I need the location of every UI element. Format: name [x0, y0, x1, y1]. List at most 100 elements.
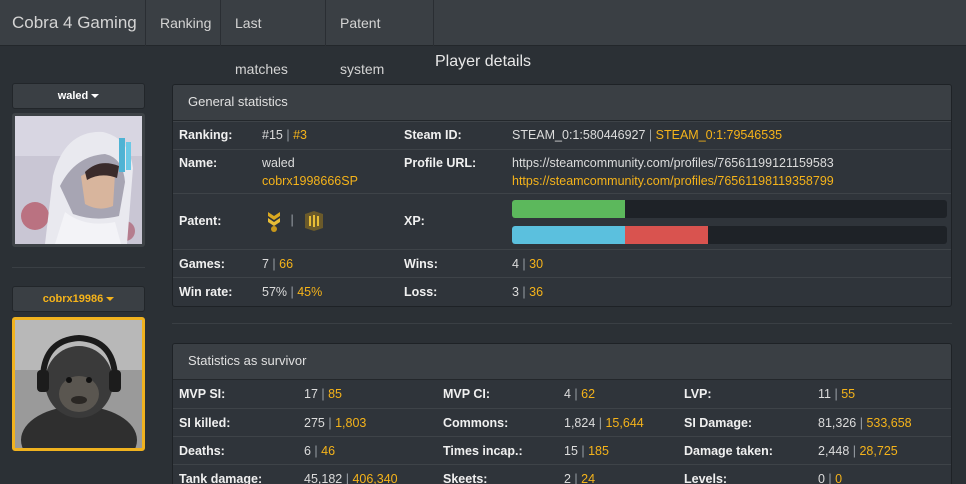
name-p2: cobrx1998666SP — [262, 174, 358, 188]
xp-label: XP: — [404, 214, 425, 228]
value-separator: | — [856, 416, 867, 430]
profile-url-p2[interactable]: https://steamcommunity.com/profiles/7656… — [512, 174, 834, 188]
xp-fill-player-2-extra — [625, 226, 708, 244]
player-1-name: waled — [57, 90, 89, 102]
win-rate-p2: 45% — [297, 285, 323, 299]
survivor-stat-p1: 17 — [304, 387, 318, 401]
loss-values: 3 | 36 — [512, 285, 544, 299]
survivor-stat-row: SI killed: 275 | 1,803 Commons: 1,824 | 15,… — [173, 408, 951, 436]
survivor-stat-label: Commons: — [443, 416, 509, 430]
wins-values: 4 | 30 — [512, 257, 544, 271]
games-p1: 7 — [262, 257, 269, 271]
survivor-stat-p1: 2,448 — [818, 444, 850, 458]
survivor-stat-label: LVP: — [684, 387, 712, 401]
page-title: Player details — [434, 53, 532, 70]
survivor-stat-p1: 0 — [818, 472, 825, 484]
ranking-p1: #15 — [262, 128, 283, 142]
name-p1: waled — [262, 156, 295, 170]
survivor-statistics-panel: Statistics as survivor MVP SI: 17 | 85 MVP… — [172, 343, 952, 484]
nav-last-matches[interactable]: Last matches — [221, 0, 326, 77]
value-separator: | — [317, 387, 329, 401]
patent-label: Patent: — [179, 214, 222, 228]
steam-id-p2: STEAM_0:1:79546535 — [655, 128, 783, 142]
value-separator: | — [849, 444, 860, 458]
survivor-stat-p2: 533,658 — [866, 416, 912, 430]
survivor-stat-p2: 28,725 — [859, 444, 898, 458]
brand-logo[interactable]: Cobra 4 Gaming — [0, 0, 146, 46]
ranking-values: #15 | #3 — [262, 128, 307, 142]
survivor-stat-label: MVP SI: — [179, 387, 226, 401]
loss-p2: 36 — [529, 285, 544, 299]
survivor-stat-p1: 4 — [564, 387, 571, 401]
survivor-stat-row: MVP SI: 17 | 85 MVP CI: 4 | 62 LVP: 11 | 55 — [173, 380, 951, 408]
panel-title: Statistics as survivor — [173, 344, 951, 380]
survivor-stat-values: 0 | 0 — [818, 472, 842, 484]
caret-down-icon — [91, 94, 100, 99]
wins-label: Wins: — [404, 257, 438, 271]
profile-url-p1[interactable]: https://steamcommunity.com/profiles/7656… — [512, 156, 834, 170]
survivor-stat-p1: 6 — [304, 444, 311, 458]
value-separator: | — [570, 387, 582, 401]
survivor-stat-label: MVP CI: — [443, 387, 490, 401]
loss-label: Loss: — [404, 285, 438, 299]
xp-fill-player-2-base — [512, 226, 625, 244]
win-rate-p1: 57% — [262, 285, 288, 299]
profile-url-label: Profile URL: — [404, 156, 477, 170]
survivor-stat-p2: 406,340 — [352, 472, 398, 484]
survivor-stat-values: 275 | 1,803 — [304, 416, 366, 430]
stat-row-patent: Patent: | XP: — [173, 193, 951, 249]
value-separator: | — [595, 416, 606, 430]
nav-patent-system[interactable]: Patent system — [326, 0, 434, 77]
ranking-label: Ranking: — [179, 128, 233, 142]
survivor-stat-row: Deaths: 6 | 46 Times incap.: 15 | 185 Damage… — [173, 436, 951, 464]
survivor-stat-values: 2,448 | 28,725 — [818, 444, 898, 458]
nav-ranking[interactable]: Ranking — [146, 0, 221, 46]
survivor-stat-values: 4 | 62 — [564, 387, 595, 401]
value-separator: | — [342, 472, 353, 484]
loss-p1: 3 — [512, 285, 519, 299]
player-2-avatar — [12, 317, 145, 451]
xp-bar-player-1 — [512, 200, 947, 218]
chevron-rank-icon — [268, 212, 280, 232]
steam-id-label: Steam ID: — [404, 128, 462, 142]
xp-bar-player-2 — [512, 226, 947, 244]
wins-p2: 30 — [529, 257, 544, 271]
survivor-stat-p2: 0 — [835, 472, 843, 484]
survivor-stat-label: Deaths: — [179, 444, 225, 458]
player-2-name: cobrx19986 — [42, 293, 104, 305]
survivor-stat-values: 1,824 | 15,644 — [564, 416, 644, 430]
survivor-stat-p1: 275 — [304, 416, 325, 430]
value-separator: | — [830, 387, 842, 401]
survivor-stat-p1: 2 — [564, 472, 571, 484]
games-label: Games: — [179, 257, 225, 271]
survivor-stat-p2: 1,803 — [335, 416, 367, 430]
survivor-stat-label: Levels: — [684, 472, 728, 484]
survivor-stat-values: 45,182 | 406,340 — [304, 472, 398, 484]
survivor-stat-p1: 1,824 — [564, 416, 596, 430]
caret-down-icon — [106, 297, 115, 302]
survivor-stat-p1: 15 — [564, 444, 578, 458]
chimp-headphones-avatar-image — [15, 320, 142, 448]
player-2-dropdown[interactable]: cobrx19986 — [12, 286, 145, 312]
survivor-stat-values: 11 | 55 — [818, 387, 855, 401]
survivor-stat-values: 2 | 24 — [564, 472, 595, 484]
survivor-stat-values: 6 | 46 — [304, 444, 335, 458]
value-separator: | — [310, 444, 322, 458]
survivor-stat-label: SI killed: — [179, 416, 231, 430]
survivor-stat-values: 81,326 | 533,658 — [818, 416, 912, 430]
survivor-stat-p1: 45,182 — [304, 472, 343, 484]
value-separator: | — [324, 416, 336, 430]
survivor-stat-p2: 55 — [841, 387, 856, 401]
survivor-stat-p2: 185 — [588, 444, 609, 458]
stat-row-ranking: Ranking: #15 | #3 Steam ID: STEAM_0:1:58… — [173, 121, 951, 149]
value-separator: | — [570, 472, 582, 484]
panel-title: General statistics — [173, 85, 951, 121]
player-1-dropdown[interactable]: waled — [12, 83, 145, 109]
survivor-stat-label: Damage taken: — [684, 444, 773, 458]
survivor-stat-p1: 11 — [818, 387, 831, 401]
survivor-stat-label: SI Damage: — [684, 416, 753, 430]
survivor-stat-p2: 15,644 — [605, 416, 644, 430]
hooded-assassin-avatar-image — [15, 116, 142, 244]
navbar: Cobra 4 Gaming Ranking Last matches Pate… — [0, 0, 966, 77]
ranking-p2: #3 — [293, 128, 307, 142]
